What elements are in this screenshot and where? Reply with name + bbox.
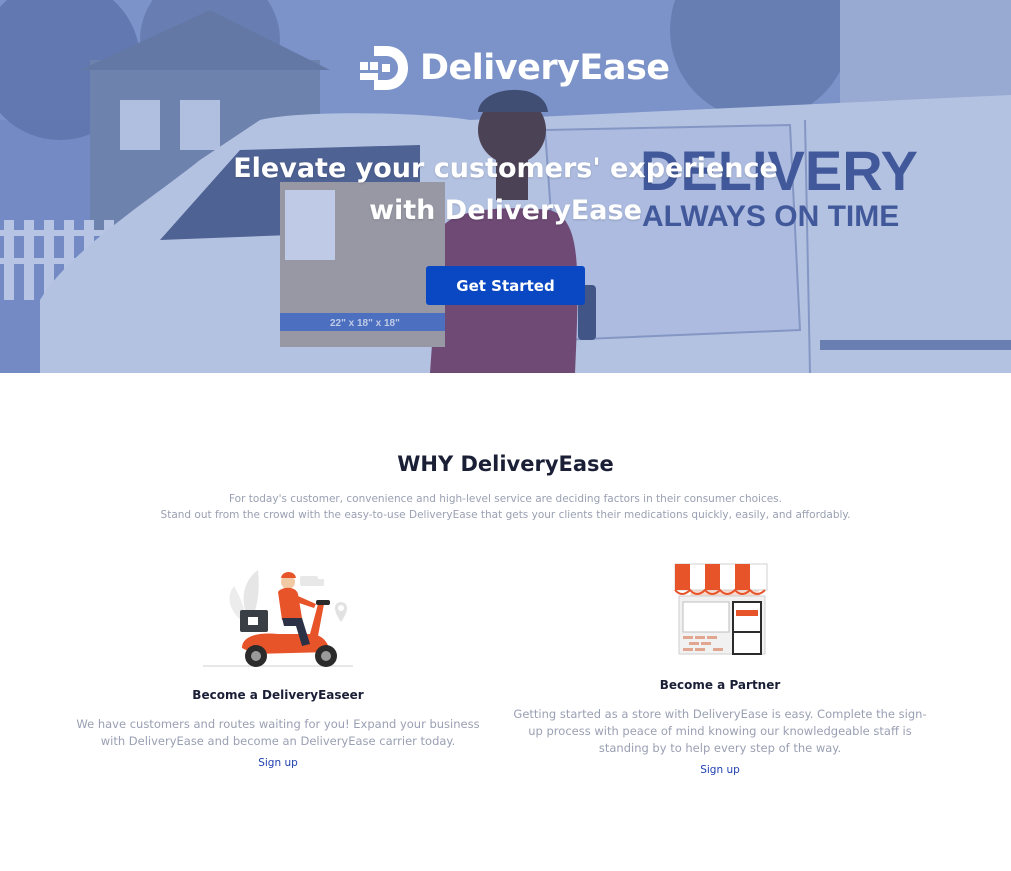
hero-section: DELIVERY ALWAYS ON TIME 22" x 18" x 18" … — [0, 0, 1011, 373]
courier-signup-link[interactable]: Sign up — [258, 757, 298, 769]
why-subtitle-line2: Stand out from the crowd with the easy-t… — [160, 509, 851, 521]
hero-headline-line2: with DeliveryEase — [369, 195, 642, 226]
feature-partner-title: Become a Partner — [659, 678, 781, 692]
feature-partner-text: Getting started as a store with Delivery… — [513, 707, 927, 755]
storefront-illustration — [674, 563, 768, 655]
brand-logo[interactable]: DeliveryEase — [358, 40, 670, 96]
scooter-courier-illustration — [203, 570, 353, 667]
why-section-subtitle: For today's customer, convenience and hi… — [0, 491, 1011, 523]
brand-name: DeliveryEase — [420, 48, 670, 88]
get-started-button[interactable]: Get Started — [426, 266, 585, 305]
hero-headline: Elevate your customers' experience with … — [0, 148, 1011, 232]
why-subtitle-line1: For today's customer, convenience and hi… — [228, 493, 782, 505]
why-section-title: WHY DeliveryEase — [397, 452, 614, 476]
feature-courier: Become a DeliveryEaseer We have customer… — [72, 560, 484, 770]
feature-courier-title: Become a DeliveryEaseer — [192, 688, 364, 702]
partner-signup-link[interactable]: Sign up — [700, 764, 740, 776]
brand-mark-icon — [360, 46, 408, 90]
feature-courier-text: We have customers and routes waiting for… — [76, 717, 480, 748]
feature-partner: Become a Partner Getting started as a st… — [510, 560, 930, 777]
hero-headline-line1: Elevate your customers' experience — [233, 153, 778, 184]
